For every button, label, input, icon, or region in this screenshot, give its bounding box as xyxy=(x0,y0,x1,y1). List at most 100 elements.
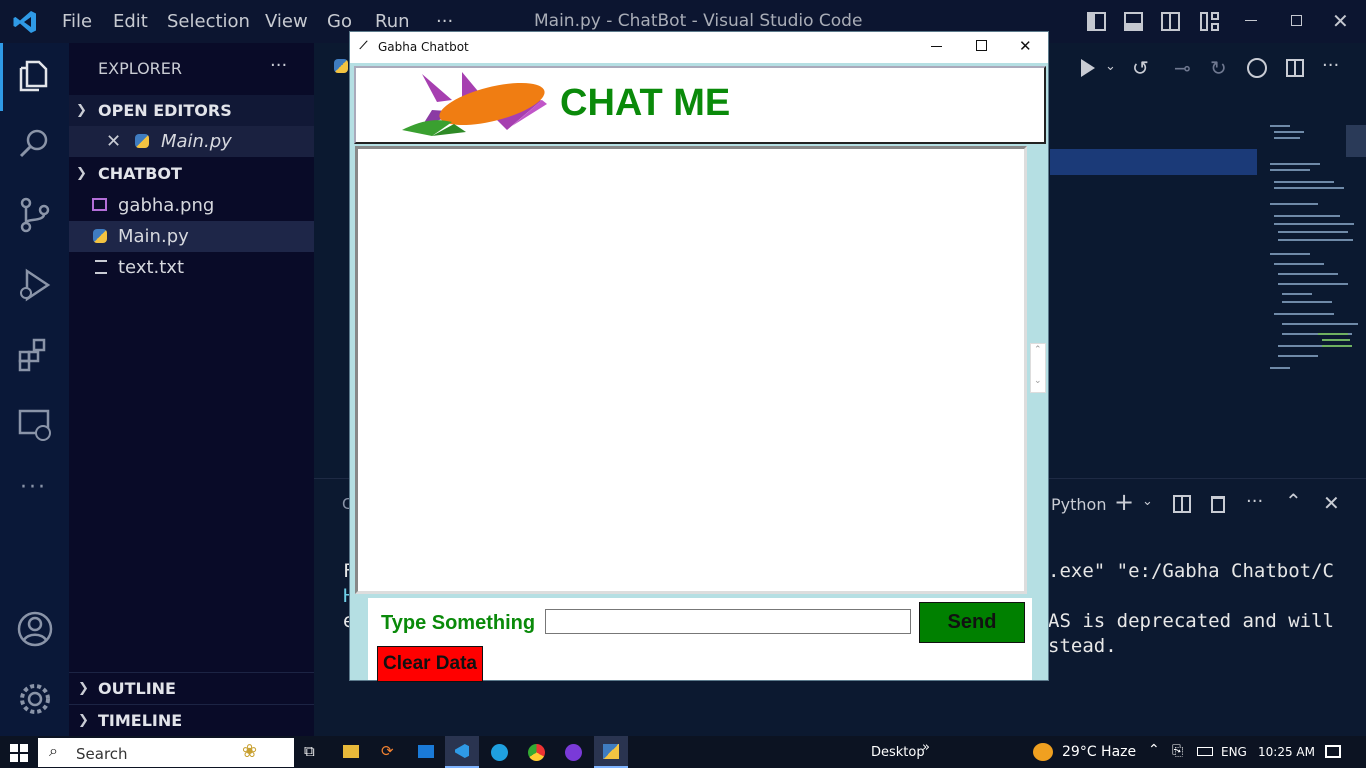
chat-close-icon[interactable]: ✕ xyxy=(1019,37,1032,55)
account-icon[interactable] xyxy=(15,609,55,649)
remote-explorer-icon[interactable] xyxy=(15,405,55,445)
chat-minimize-icon[interactable] xyxy=(931,46,942,47)
search-icon[interactable] xyxy=(15,125,55,165)
message-input[interactable] xyxy=(545,609,911,634)
terminal-line-1b: .exe" "e:/Gabha Chatbot/C xyxy=(1048,560,1334,582)
menu-edit[interactable]: Edit xyxy=(113,11,148,32)
chrome-icon[interactable] xyxy=(528,744,545,761)
explorer-more-icon[interactable]: ··· xyxy=(270,55,287,76)
scroll-down-icon[interactable]: ⌄ xyxy=(1034,376,1042,386)
maximize-panel-icon[interactable]: ⌃ xyxy=(1285,489,1302,513)
close-icon[interactable]: ✕ xyxy=(1332,9,1349,33)
battery-icon[interactable] xyxy=(1197,747,1213,756)
chevron-down-icon: ❯ xyxy=(76,103,87,118)
menu-view[interactable]: View xyxy=(265,11,308,32)
scroll-up-icon[interactable]: ⌃ xyxy=(1034,345,1042,355)
timeline-label: TIMELINE xyxy=(98,711,183,730)
extensions-icon[interactable] xyxy=(15,335,55,375)
chevron-right-icon: ❯ xyxy=(78,681,89,696)
project-header[interactable]: ❯ CHATBOT xyxy=(69,158,314,189)
search-placeholder: Search xyxy=(76,745,128,763)
more-actions-icon[interactable]: ··· xyxy=(1322,55,1339,76)
app-icon-2[interactable] xyxy=(418,745,434,758)
chat-input-area: Type Something Send Clear Data xyxy=(350,598,1048,682)
github-icon[interactable] xyxy=(565,744,582,761)
run-dropdown-icon[interactable]: ⌄ xyxy=(1105,59,1116,74)
python-taskbar-icon[interactable] xyxy=(594,736,628,768)
new-terminal-icon[interactable]: + xyxy=(1114,488,1134,516)
menu-more[interactable]: ··· xyxy=(436,11,453,32)
toggle-secondary-sidebar-icon[interactable] xyxy=(1161,12,1180,31)
file-item-gabha[interactable]: gabha.png xyxy=(69,190,314,221)
source-control-icon[interactable] xyxy=(15,195,55,235)
terminal-line-3b: AS is deprecated and will xyxy=(1048,610,1334,632)
vscode-taskbar-icon[interactable] xyxy=(445,736,479,768)
tray-chevron-icon[interactable]: ⌃ xyxy=(1148,742,1160,758)
chat-maximize-icon[interactable] xyxy=(976,40,987,51)
chat-window-title: Gabha Chatbot xyxy=(378,40,469,54)
toggle-sidebar-icon[interactable] xyxy=(1087,12,1106,31)
send-button[interactable]: Send xyxy=(919,602,1025,643)
python-file-icon xyxy=(135,134,149,148)
activity-bar: ··· xyxy=(0,43,69,736)
settings-gear-icon[interactable] xyxy=(15,679,55,719)
split-terminal-icon[interactable] xyxy=(1173,495,1191,513)
menu-selection[interactable]: Selection xyxy=(167,11,250,32)
terminal-kind-label[interactable]: Python xyxy=(1051,495,1106,514)
outline-label: OUTLINE xyxy=(98,679,176,698)
outline-header[interactable]: ❯ OUTLINE xyxy=(69,672,314,703)
open-editor-label: Main.py xyxy=(161,131,232,152)
kill-terminal-icon[interactable] xyxy=(1211,496,1225,513)
customize-layout-icon[interactable] xyxy=(1200,12,1220,32)
menu-go[interactable]: Go xyxy=(327,11,352,32)
windows-start-icon[interactable] xyxy=(10,744,28,762)
clear-data-button[interactable]: Clear Data xyxy=(377,646,483,682)
file-item-main[interactable]: Main.py xyxy=(69,221,314,252)
split-editor-icon[interactable] xyxy=(1286,59,1304,77)
close-panel-icon[interactable]: ✕ xyxy=(1323,491,1340,515)
timeline-compare-icon[interactable] xyxy=(1247,58,1267,78)
close-editor-icon[interactable]: ✕ xyxy=(106,126,121,157)
open-editors-header[interactable]: ❯ OPEN EDITORS xyxy=(69,95,314,126)
open-editors-label: OPEN EDITORS xyxy=(98,101,232,120)
language-indicator[interactable]: ENG xyxy=(1221,745,1247,759)
vscode-logo-icon xyxy=(13,11,36,33)
toggle-panel-icon[interactable] xyxy=(1124,12,1143,31)
chat-log[interactable] xyxy=(355,146,1027,594)
python-tab-icon[interactable] xyxy=(334,59,348,73)
minimize-icon[interactable] xyxy=(1245,20,1257,21)
terminal-dropdown-icon[interactable]: ⌄ xyxy=(1142,494,1153,509)
open-editor-item[interactable]: ✕ Main.py xyxy=(69,126,314,157)
tray-device-icon[interactable]: ⎘ xyxy=(1172,743,1183,759)
app-icon-1[interactable]: ⟳ xyxy=(381,742,394,760)
taskbar-search-box[interactable]: ⌕ Search ❀ xyxy=(38,738,294,767)
panel-more-icon[interactable]: ··· xyxy=(1246,491,1263,512)
run-debug-icon[interactable] xyxy=(15,265,55,305)
task-view-icon[interactable]: ⧉ xyxy=(304,742,315,760)
minimap-lines xyxy=(1270,125,1358,369)
python-file-icon xyxy=(93,229,107,243)
desktop-chevron-icon[interactable]: » xyxy=(922,740,930,755)
file-label: text.txt xyxy=(118,257,185,278)
more-views-icon[interactable]: ··· xyxy=(20,475,47,500)
file-item-text[interactable]: text.txt xyxy=(69,252,314,283)
restore-icon[interactable] xyxy=(1291,15,1302,26)
timeline-header[interactable]: ❯ TIMELINE xyxy=(69,704,314,735)
weather-text[interactable]: 29°C Haze xyxy=(1062,744,1136,760)
explorer-icon[interactable] xyxy=(15,56,55,96)
run-icon[interactable] xyxy=(1081,59,1095,77)
weather-icon[interactable] xyxy=(1033,743,1053,761)
edge-icon[interactable] xyxy=(491,744,508,761)
file-explorer-icon[interactable] xyxy=(343,745,359,758)
clock[interactable]: 10:25 AM xyxy=(1258,745,1315,759)
input-label: Type Something xyxy=(381,612,536,634)
gabha-logo-icon xyxy=(402,72,547,136)
terminal-line-4: stead. xyxy=(1048,635,1117,657)
desktop-toolbar-label[interactable]: Desktop xyxy=(871,745,925,760)
go-back-icon[interactable]: ↺ xyxy=(1132,56,1149,80)
notifications-icon[interactable] xyxy=(1325,745,1341,758)
menu-run[interactable]: Run xyxy=(375,11,410,32)
chat-header: CHAT ME xyxy=(354,66,1046,144)
menu-file[interactable]: File xyxy=(62,11,92,32)
chat-scrollbar[interactable]: ⌃ ⌄ xyxy=(1030,343,1046,393)
